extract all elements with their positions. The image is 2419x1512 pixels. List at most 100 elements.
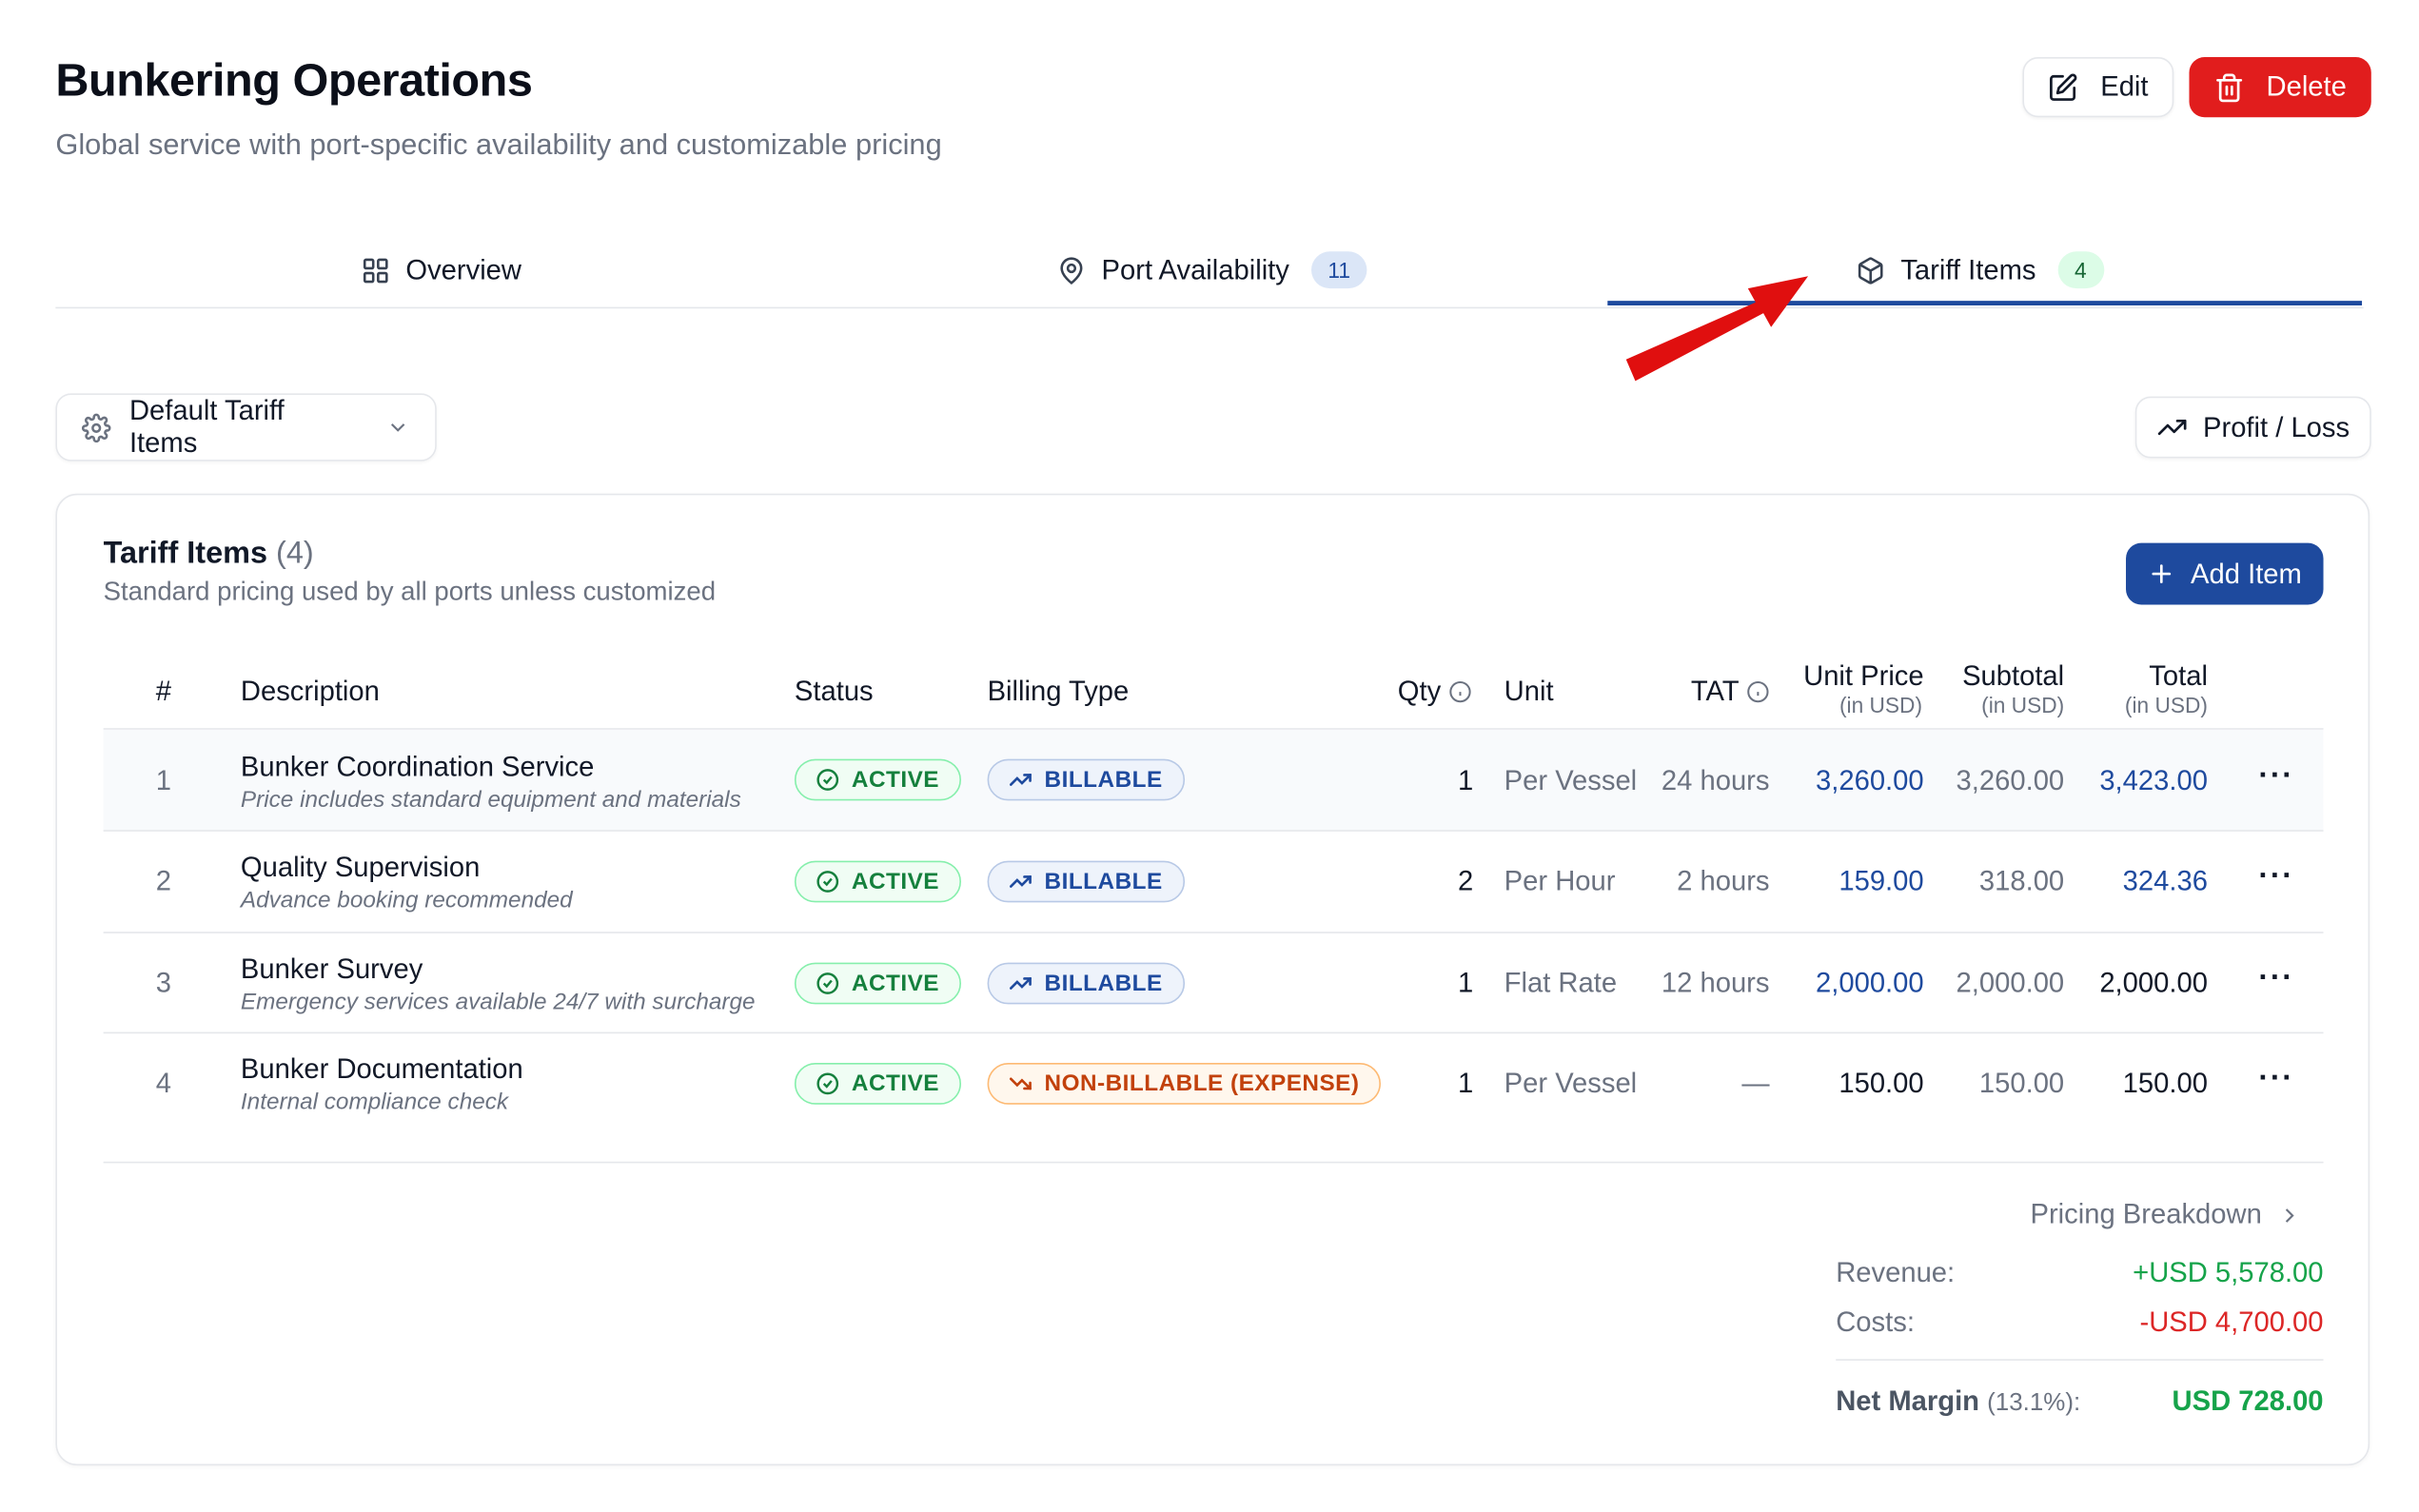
page-subtitle: Global service with port-specific availa…: [55, 129, 942, 163]
row-number: 2: [155, 865, 171, 896]
billing-label: BILLABLE: [1044, 970, 1163, 997]
net-margin-divider: [1836, 1359, 2324, 1361]
status-label: ACTIVE: [851, 868, 940, 895]
row-actions-button[interactable]: ···: [2258, 1061, 2293, 1096]
row-total: 324.36: [2122, 865, 2208, 896]
plus-icon: [2152, 564, 2172, 583]
grid-icon: [363, 257, 388, 283]
trending-up-icon: [1009, 977, 1032, 990]
col-header-tat-label: TAT: [1690, 676, 1740, 707]
trending-up-icon: [1009, 875, 1032, 888]
col-header-description: Description: [240, 676, 380, 707]
card-title-text: Tariff Items: [103, 537, 267, 571]
chevron-down-icon: [391, 423, 405, 432]
status-badge: ACTIVE: [794, 860, 961, 903]
costs-value: -USD 4,700.00: [2139, 1306, 2324, 1338]
check-circle-icon: [816, 769, 839, 791]
check-circle-icon: [816, 972, 839, 994]
status-badge: ACTIVE: [794, 758, 961, 801]
check-circle-icon: [816, 1072, 839, 1095]
billing-label: BILLABLE: [1044, 868, 1163, 895]
billing-badge: BILLABLE: [987, 758, 1185, 801]
edit-label: Edit: [2100, 70, 2149, 102]
tab-port-availability[interactable]: Port Availability 11: [1057, 246, 1367, 293]
net-margin-value: USD 728.00: [2172, 1384, 2324, 1417]
delete-button[interactable]: Delete: [2189, 56, 2371, 118]
col-header-total: Total (in USD): [2054, 660, 2208, 717]
col-header-subtotal-note: (in USD): [1981, 692, 2065, 717]
revenue-label: Revenue:: [1836, 1257, 1956, 1288]
info-icon[interactable]: [1448, 680, 1471, 703]
check-circle-icon: [816, 871, 839, 893]
row-number: 3: [155, 967, 171, 998]
net-margin-text: Net Margin: [1836, 1384, 1980, 1417]
status-label: ACTIVE: [851, 1070, 940, 1097]
status-label: ACTIVE: [851, 970, 940, 997]
profit-loss-label: Profit / Loss: [2203, 411, 2350, 442]
tariff-set-label: Default Tariff Items: [128, 395, 285, 459]
row-description: Quality Supervision: [240, 851, 481, 883]
page-title: Bunkering Operations: [55, 55, 533, 107]
col-header-unit-price-note: (in USD): [1839, 692, 1923, 717]
package-icon: [1858, 256, 1883, 284]
annotation-arrow-icon: [1625, 276, 1809, 382]
row-note: Advance booking recommended: [240, 887, 573, 913]
add-item-label: Add Item: [2191, 558, 2302, 589]
table-row[interactable]: 4 Bunker Documentation Internal complian…: [0, 1033, 2419, 1133]
info-icon[interactable]: [1747, 680, 1770, 703]
tariff-count-badge: 4: [2057, 251, 2104, 289]
table-row[interactable]: 1 Bunker Coordination Service Price incl…: [0, 730, 2419, 830]
table-row[interactable]: 2 Quality Supervision Advance booking re…: [0, 832, 2419, 932]
edit-button[interactable]: Edit: [2022, 56, 2174, 118]
col-header-unit-price: Unit Price (in USD): [1770, 660, 1924, 717]
row-qty: 1: [1458, 967, 1474, 998]
col-header-subtotal-label: Subtotal: [1962, 659, 2065, 692]
row-qty: 2: [1458, 865, 1474, 896]
tab-overview[interactable]: Overview: [361, 246, 521, 293]
profit-loss-button[interactable]: Profit / Loss: [2134, 396, 2371, 459]
col-header-billing-type: Billing Type: [987, 676, 1130, 707]
billing-label: NON-BILLABLE (EXPENSE): [1044, 1070, 1360, 1097]
card-title: Tariff Items (4): [104, 537, 314, 572]
trash-icon: [2216, 72, 2243, 102]
tab-port-availability-label: Port Availability: [1101, 253, 1289, 285]
pricing-breakdown-link[interactable]: Pricing Breakdown: [2030, 1199, 2301, 1231]
row-actions-button[interactable]: ···: [2258, 759, 2293, 795]
row-qty: 1: [1458, 765, 1474, 796]
tab-overview-label: Overview: [405, 253, 521, 285]
row-actions-button[interactable]: ···: [2258, 961, 2293, 996]
row-description: Bunker Coordination Service: [240, 751, 595, 782]
col-header-tat: TAT: [1691, 676, 1770, 708]
trending-up-icon: [1009, 774, 1032, 786]
row-number: 4: [155, 1067, 171, 1099]
col-header-total-note: (in USD): [2124, 692, 2208, 717]
col-header-unit: Unit: [1504, 676, 1554, 707]
row-description: Bunker Survey: [240, 952, 423, 985]
add-item-button[interactable]: Add Item: [2126, 542, 2324, 605]
row-total: 3,423.00: [2099, 765, 2208, 796]
row-actions-button[interactable]: ···: [2258, 859, 2293, 894]
card-title-count: (4): [276, 537, 314, 571]
tabs-divider: [55, 306, 2364, 309]
card-subtitle: Standard pricing used by all ports unles…: [103, 577, 717, 607]
revenue-value: +USD 5,578.00: [2133, 1257, 2324, 1288]
port-count-badge: 11: [1310, 251, 1367, 289]
table-row[interactable]: 3 Bunker Survey Emergency services avail…: [0, 933, 2419, 1033]
row-unit: Flat Rate: [1504, 967, 1618, 998]
col-header-qty-label: Qty: [1397, 676, 1442, 707]
trending-up-icon: [2157, 419, 2187, 436]
row-qty: 1: [1458, 1067, 1474, 1099]
col-header-unit-price-label: Unit Price: [1803, 659, 1924, 692]
summary-divider: [103, 1161, 2324, 1164]
map-pin-icon: [1060, 256, 1083, 285]
row-unit: Per Hour: [1504, 865, 1616, 896]
tariff-set-dropdown[interactable]: Default Tariff Items: [55, 393, 437, 461]
tab-tariff-items[interactable]: Tariff Items 4: [1856, 246, 2104, 293]
col-header-total-label: Total: [2149, 659, 2208, 692]
col-header-status: Status: [794, 676, 874, 707]
chevron-right-icon: [2285, 1208, 2294, 1222]
billing-badge: NON-BILLABLE (EXPENSE): [987, 1063, 1382, 1105]
col-header-subtotal: Subtotal (in USD): [1910, 660, 2064, 717]
col-header-qty: Qty: [1398, 676, 1472, 708]
trending-down-icon: [1009, 1077, 1032, 1090]
